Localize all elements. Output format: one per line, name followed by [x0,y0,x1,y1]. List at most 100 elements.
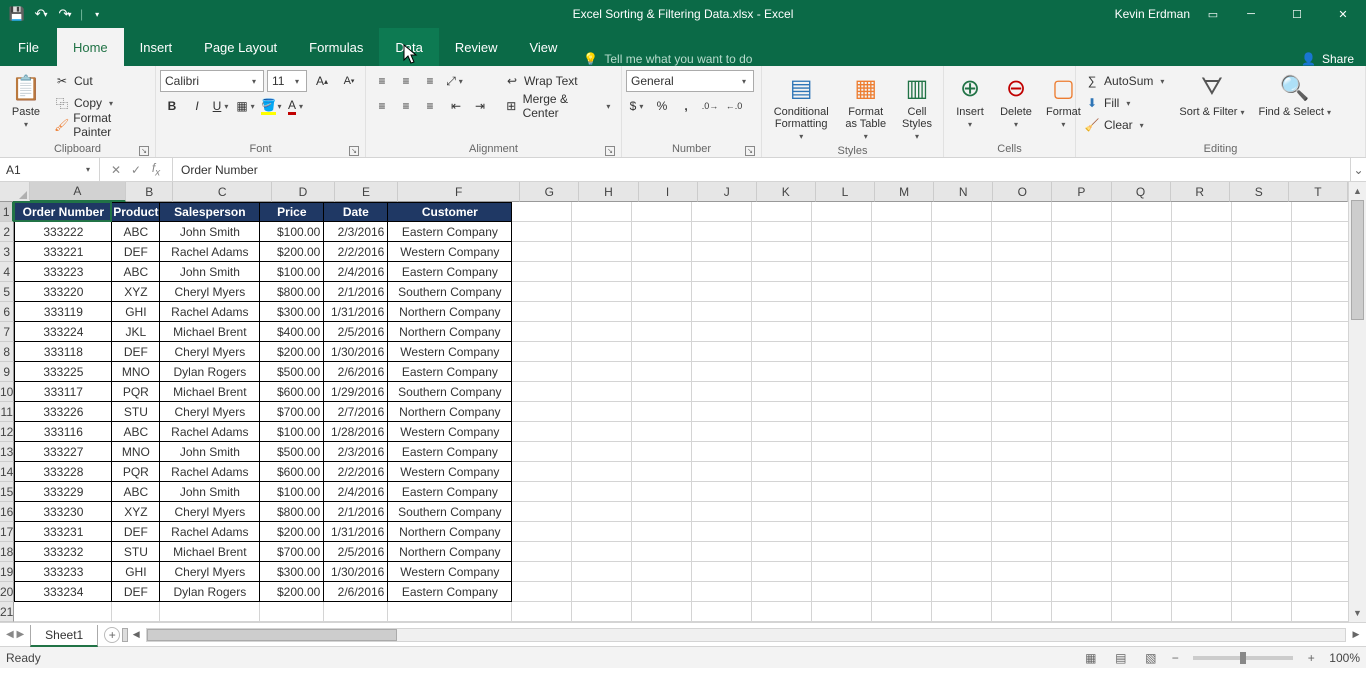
cell[interactable] [512,202,572,222]
cell[interactable] [632,362,692,382]
cell[interactable]: Cheryl Myers [160,562,260,582]
cell[interactable] [992,502,1052,522]
cell[interactable] [1112,282,1172,302]
tab-page-layout[interactable]: Page Layout [188,28,293,66]
cell[interactable] [632,402,692,422]
cell[interactable] [632,462,692,482]
cell[interactable]: Salesperson [160,202,260,222]
cell[interactable] [692,482,752,502]
clipboard-dialog-launcher[interactable]: ↘ [139,146,149,156]
cell[interactable] [632,202,692,222]
hscroll-track[interactable] [146,628,1346,642]
cell[interactable] [632,582,692,602]
cell[interactable] [872,482,932,502]
cell[interactable]: 2/7/2016 [324,402,388,422]
cell[interactable]: PQR [112,462,160,482]
number-dialog-launcher[interactable]: ↘ [745,146,755,156]
cell[interactable] [932,542,992,562]
cell[interactable] [992,282,1052,302]
cell[interactable] [932,502,992,522]
cell[interactable] [1232,562,1292,582]
cell[interactable]: 2/1/2016 [324,282,388,302]
row-header[interactable]: 17 [0,522,14,542]
cell[interactable] [932,242,992,262]
cell[interactable] [632,502,692,522]
font-color-button[interactable]: A▾ [285,95,309,117]
cell[interactable] [1292,602,1348,622]
cell[interactable] [572,402,632,422]
italic-button[interactable]: I [185,95,209,117]
cell[interactable] [1112,342,1172,362]
cell[interactable] [1172,342,1232,362]
font-size-select[interactable]: 11▾ [267,70,307,92]
row-header[interactable]: 5 [0,282,14,302]
vscroll-thumb[interactable] [1351,200,1364,320]
column-header-D[interactable]: D [272,182,335,202]
cell[interactable] [1052,262,1112,282]
cell[interactable] [572,442,632,462]
cell[interactable] [1172,222,1232,242]
cell[interactable] [572,262,632,282]
cell[interactable] [1292,582,1348,602]
scroll-left-arrow[interactable]: ◀ [128,629,144,640]
cell[interactable] [632,562,692,582]
cell[interactable]: Eastern Company [388,442,512,462]
user-name[interactable]: Kevin Erdman [1115,7,1190,21]
cell[interactable]: Western Company [388,462,512,482]
column-header-P[interactable]: P [1052,182,1111,202]
cell[interactable]: John Smith [160,222,260,242]
scroll-down-arrow[interactable]: ▼ [1349,604,1366,622]
column-header-G[interactable]: G [520,182,579,202]
cell[interactable] [1232,362,1292,382]
cell[interactable] [752,562,812,582]
tab-review[interactable]: Review [439,28,514,66]
cell[interactable] [14,602,112,622]
cell[interactable]: ABC [112,422,160,442]
cell[interactable] [932,582,992,602]
cell[interactable] [512,382,572,402]
cell[interactable] [1172,562,1232,582]
wrap-text-button[interactable]: ↩Wrap Text [500,70,617,92]
cell[interactable] [752,302,812,322]
percent-format-button[interactable]: % [650,95,674,117]
cell[interactable] [1112,602,1172,622]
cell[interactable] [1232,202,1292,222]
sheet-nav-buttons[interactable]: ◀ ▶ [0,623,30,646]
page-layout-view-button[interactable]: ▤ [1107,649,1133,667]
cell[interactable]: 333228 [14,462,112,482]
cell[interactable] [992,342,1052,362]
cell[interactable] [572,302,632,322]
cell[interactable] [1172,302,1232,322]
cell[interactable] [632,442,692,462]
cell[interactable] [812,362,872,382]
cell[interactable] [872,302,932,322]
cell[interactable] [992,242,1052,262]
column-header-K[interactable]: K [757,182,816,202]
cell[interactable]: John Smith [160,482,260,502]
borders-button[interactable]: ▦▾ [235,95,259,117]
cell[interactable] [1292,342,1348,362]
row-header[interactable]: 20 [0,582,14,602]
cell[interactable] [1172,442,1232,462]
cell[interactable] [512,222,572,242]
cell[interactable] [1292,522,1348,542]
cell[interactable] [932,442,992,462]
cell[interactable] [1232,402,1292,422]
column-header-A[interactable]: A [30,182,127,202]
cell[interactable] [572,482,632,502]
cell[interactable]: 2/6/2016 [324,362,388,382]
cell[interactable] [1292,202,1348,222]
cell[interactable] [512,542,572,562]
cell[interactable]: 1/28/2016 [324,422,388,442]
cell[interactable] [1172,282,1232,302]
cell[interactable] [692,582,752,602]
column-header-S[interactable]: S [1230,182,1289,202]
cell[interactable] [1172,322,1232,342]
column-header-H[interactable]: H [579,182,638,202]
cut-button[interactable]: ✂Cut [50,70,151,92]
cell[interactable] [992,202,1052,222]
cell[interactable] [812,222,872,242]
cell[interactable] [632,222,692,242]
normal-view-button[interactable]: ▦ [1077,649,1103,667]
cell[interactable] [992,462,1052,482]
